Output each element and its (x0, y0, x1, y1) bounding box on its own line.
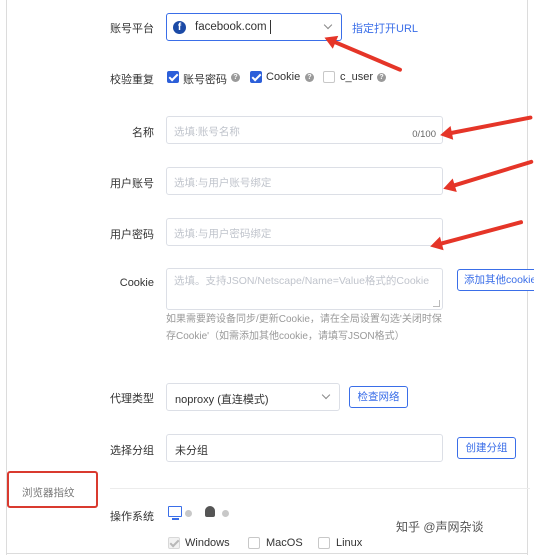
checkbox-cookie[interactable] (250, 71, 262, 83)
annotation-arrow (329, 38, 403, 73)
checkbox-account-password-label: 账号密码 (183, 74, 227, 86)
resize-handle-icon (433, 300, 440, 307)
user-password-label: 用户密码 (110, 229, 154, 241)
proxy-type-label: 代理类型 (110, 393, 154, 405)
specify-url-link[interactable]: 指定打开URL (352, 20, 418, 36)
platform-select[interactable]: f facebook.com (166, 13, 342, 41)
help-icon[interactable]: ? (377, 73, 386, 82)
checkbox-linux[interactable] (318, 537, 330, 549)
select-group-label: 选择分组 (110, 445, 154, 457)
android-icon[interactable] (205, 506, 215, 517)
name-label: 名称 (132, 127, 154, 139)
annotation-arrow (445, 115, 533, 136)
name-input[interactable]: 选填:账号名称 0/100 (166, 116, 443, 144)
os-linux-label: Linux (336, 537, 363, 549)
cookie-hint: 如果需要跨设备同步/更新Cookie，请在全局设置勾选'关闭时保存Cookie'… (166, 314, 442, 342)
check-network-button[interactable]: 检查网络 (349, 386, 408, 408)
name-counter: 0/100 (412, 129, 436, 140)
checkbox-cookie-label: Cookie (266, 71, 301, 83)
browser-fingerprint-label: 浏览器指纹 (22, 487, 75, 499)
checkbox-c-user[interactable] (323, 71, 335, 83)
cookie-textarea[interactable]: 选填。支持JSON/Netscape/Name=Value格式的Cookie (166, 268, 443, 310)
checkbox-account-password[interactable] (167, 71, 179, 83)
status-dot (185, 510, 192, 517)
os-windows-label: Windows (185, 537, 230, 549)
os-macos-label: MacOS (266, 537, 303, 549)
cookie-placeholder: 选填。支持JSON/Netscape/Name=Value格式的Cookie (174, 275, 430, 287)
user-account-label: 用户账号 (110, 178, 154, 190)
help-icon[interactable]: ? (305, 73, 314, 82)
group-select[interactable]: 未分组 (166, 434, 443, 462)
user-account-placeholder: 选填:与用户账号绑定 (174, 177, 272, 189)
group-value: 未分组 (175, 445, 208, 457)
desktop-stand-icon (172, 518, 179, 520)
add-other-cookie-button[interactable]: 添加其他cookie (457, 269, 534, 291)
create-group-button[interactable]: 创建分组 (457, 437, 516, 459)
proxy-type-value: noproxy (直连模式) (175, 394, 269, 406)
user-password-placeholder: 选填:与用户密码绑定 (174, 228, 272, 240)
os-label: 操作系统 (110, 511, 154, 523)
checkbox-macos[interactable] (248, 537, 260, 549)
text-cursor (270, 20, 271, 34)
annotation-arrow (435, 219, 524, 247)
desktop-icon[interactable] (168, 506, 182, 517)
checkbox-c-user-label: c_user (340, 71, 374, 83)
cookie-label: Cookie (119, 277, 154, 289)
name-placeholder: 选填:账号名称 (174, 126, 240, 138)
frame-bottom-border (6, 553, 528, 554)
facebook-icon: f (173, 21, 186, 34)
annotation-arrow (448, 159, 534, 189)
help-icon[interactable]: ? (231, 73, 240, 82)
user-password-input[interactable]: 选填:与用户密码绑定 (166, 218, 443, 246)
proxy-type-select[interactable]: noproxy (直连模式) (166, 383, 340, 411)
section-divider (110, 488, 530, 489)
platform-value: facebook.com (195, 21, 267, 33)
chevron-down-icon (323, 20, 333, 30)
user-account-input[interactable]: 选填:与用户账号绑定 (166, 167, 443, 195)
chevron-down-icon (321, 390, 331, 400)
checkbox-windows[interactable] (168, 537, 180, 549)
browser-fingerprint-section[interactable]: 浏览器指纹 (7, 471, 98, 508)
status-dot (222, 510, 229, 517)
verify-repeat-label: 校验重复 (110, 74, 154, 86)
watermark: 知乎 @声网杂谈 (396, 520, 484, 534)
account-platform-label: 账号平台 (110, 23, 154, 35)
